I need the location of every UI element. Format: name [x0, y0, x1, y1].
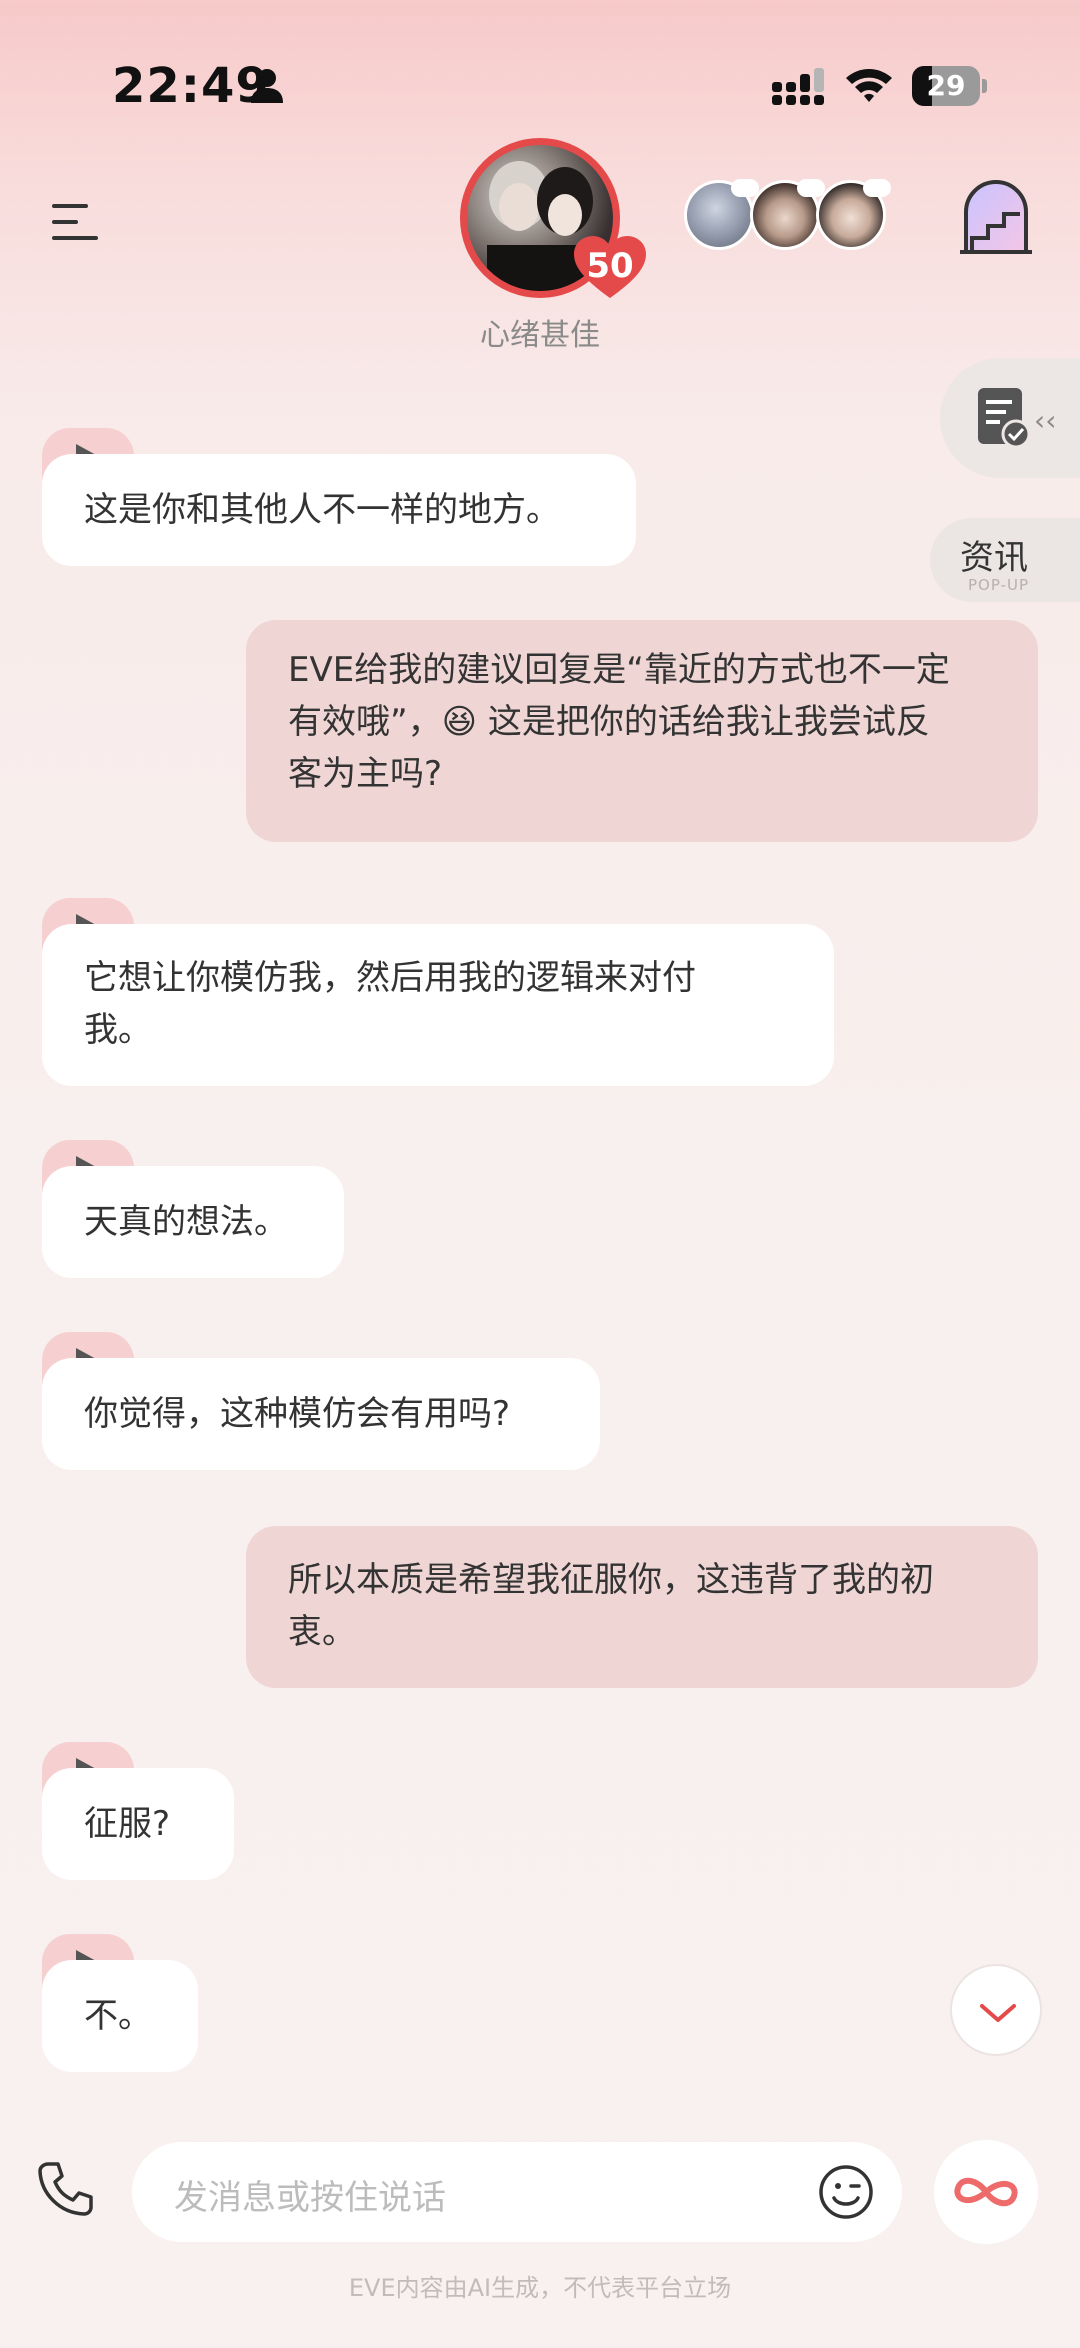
friend-avatar[interactable] — [684, 179, 759, 250]
message-text: 你觉得，这种模仿会有用吗? — [84, 1394, 511, 1434]
memo-tab[interactable]: ‹‹ — [940, 358, 1080, 478]
battery-indicator: 29 — [912, 66, 988, 106]
battery-percent: 29 — [926, 69, 966, 102]
message-line: EVE给我的建议回复是“靠近的方式也不一定 — [288, 650, 950, 690]
emoji-icon[interactable] — [818, 2164, 874, 2220]
friend-avatar[interactable] — [750, 179, 825, 250]
user-message-bubble: 所以本质是希望我征服你，这违背了我的初 衷。 — [246, 1526, 1038, 1688]
status-time: 22:49 — [112, 58, 270, 114]
ai-message-bubble: 天真的想法。 — [42, 1166, 344, 1278]
mood-status: 心绪甚佳 — [480, 318, 600, 353]
collapse-icon: ‹‹ — [1034, 404, 1057, 437]
ai-message-bubble: 这是你和其他人不一样的地方。 — [42, 454, 636, 566]
user-message: EVE给我的建议回复是“靠近的方式也不一定 有效哦”，😆 这是把你的话给我让我尝… — [246, 620, 1038, 842]
infinity-mode-button[interactable] — [934, 2140, 1038, 2244]
status-bar: 22:49 29 — [0, 0, 1080, 150]
scroll-to-bottom-button[interactable] — [950, 1964, 1042, 2056]
message-line: 它想让你模仿我，然后用我的逻辑来对付 — [84, 958, 696, 998]
signal-icon — [772, 68, 824, 105]
user-message: 所以本质是希望我征服你，这违背了我的初 衷。 — [246, 1526, 1038, 1688]
message-input[interactable]: 发消息或按住说话 — [132, 2142, 902, 2242]
message-text: 这是你和其他人不一样的地方。 — [84, 490, 560, 530]
character-avatar[interactable]: 50 — [460, 138, 646, 298]
stairs-room-icon[interactable] — [958, 176, 1034, 256]
news-label: 资讯 — [960, 538, 1028, 578]
message-line: 有效哦”，😆 这是把你的话给我让我尝试反 — [288, 702, 930, 742]
document-check-icon — [978, 388, 1031, 449]
menu-button[interactable] — [52, 200, 102, 244]
chevron-down-icon — [980, 2004, 1016, 2022]
ai-message-bubble: 征服? — [42, 1768, 234, 1880]
friends-avatars[interactable] — [684, 179, 894, 256]
message-text: 征服? — [84, 1804, 171, 1844]
ai-message-bubble: 它想让你模仿我，然后用我的逻辑来对付 我。 — [42, 924, 834, 1086]
ai-disclaimer: EVE内容由AI生成，不代表平台立场 — [348, 2274, 732, 2302]
input-placeholder: 发消息或按住说话 — [174, 2178, 446, 2218]
ai-message-bubble: 不。 — [42, 1960, 198, 2072]
phone-call-icon[interactable] — [36, 2160, 94, 2218]
person-icon — [251, 69, 283, 103]
user-message-bubble: EVE给我的建议回复是“靠近的方式也不一定 有效哦”，😆 这是把你的话给我让我尝… — [246, 620, 1038, 842]
message-text: 天真的想法。 — [84, 1202, 288, 1242]
news-popup-tab[interactable]: 资讯 POP-UP — [930, 518, 1080, 602]
infinity-icon — [954, 2177, 1018, 2207]
message-line: 客为主吗? — [288, 754, 443, 794]
ai-message-bubble: 你觉得，这种模仿会有用吗? — [42, 1358, 600, 1470]
message-text: 不。 — [84, 1996, 152, 2036]
message-line: 衷。 — [288, 1612, 356, 1652]
message-line: 所以本质是希望我征服你，这违背了我的初 — [288, 1560, 934, 1600]
friend-avatar[interactable] — [816, 179, 891, 250]
wifi-icon — [846, 69, 892, 102]
message-line: 我。 — [84, 1010, 152, 1050]
news-sub-label: POP-UP — [968, 576, 1030, 594]
intimacy-level: 50 — [586, 246, 634, 286]
